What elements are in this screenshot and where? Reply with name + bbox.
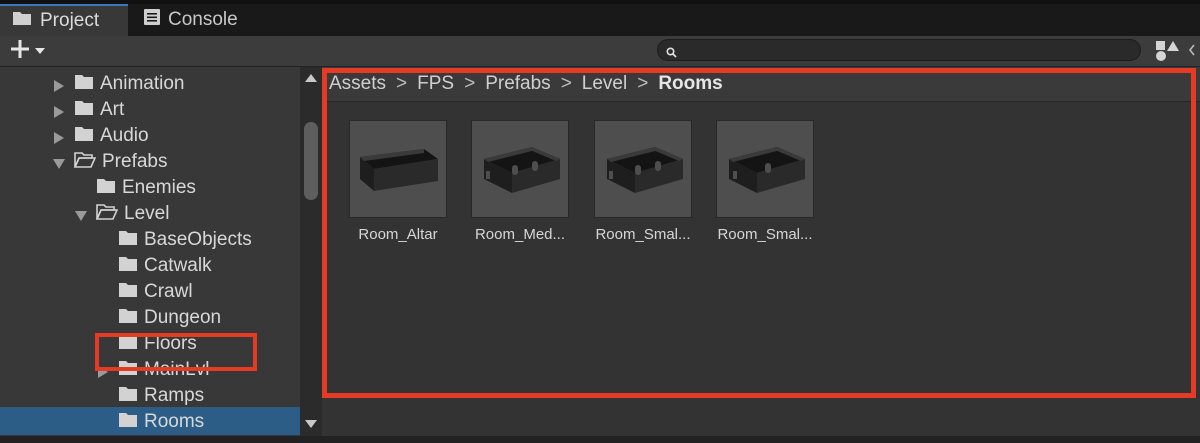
tree-item-art[interactable]: Art: [52, 97, 124, 123]
folder-tree: Animation Art Audio Prefabs Enemies Level Base…: [0, 67, 300, 443]
folder-open-icon: [95, 203, 119, 226]
arrow-spacer: [74, 181, 88, 195]
tab-project-label: Project: [40, 10, 100, 31]
folder-icon: [118, 307, 138, 330]
tree-item-dungeon[interactable]: Dungeon: [96, 305, 221, 331]
expand-arrow-right-icon[interactable]: [52, 103, 66, 118]
create-asset-button[interactable]: [10, 38, 46, 64]
tree-item-label: Ramps: [144, 385, 205, 406]
tree-item-label: Level: [124, 203, 170, 224]
tree-item-label: Audio: [100, 125, 149, 146]
tab-bar: Project Console: [0, 0, 1200, 36]
folder-icon: [118, 281, 138, 304]
folder-icon: [74, 99, 94, 122]
tree-item-label: Prefabs: [102, 151, 168, 172]
scroll-up-arrow[interactable]: [305, 74, 317, 82]
chevron-down-icon: [34, 42, 46, 60]
tab-console-label: Console: [168, 9, 238, 30]
panel-bottom-edge: [0, 436, 1200, 443]
expand-arrow-right-icon[interactable]: [52, 129, 66, 144]
arrow-spacer: [96, 259, 110, 273]
tree-item-label: Catwalk: [144, 255, 212, 276]
folder-icon: [118, 255, 138, 278]
project-toolbar: [0, 36, 1200, 67]
tree-item-catwalk[interactable]: Catwalk: [96, 253, 212, 279]
tree-item-label: BaseObjects: [144, 229, 252, 250]
shapes-icon: [1153, 41, 1179, 67]
tree-item-prefabs[interactable]: Prefabs: [52, 149, 167, 175]
tree-item-crawl[interactable]: Crawl: [96, 279, 193, 305]
arrow-spacer: [96, 415, 110, 429]
folder-icon: [74, 73, 94, 96]
search-icon: [666, 45, 677, 63]
search-field[interactable]: [657, 39, 1141, 61]
tree-item-label: Crawl: [144, 281, 193, 302]
tree-item-baseobjects[interactable]: BaseObjects: [96, 227, 252, 253]
expand-arrow-down-icon[interactable]: [52, 155, 66, 169]
tree-item-label: Enemies: [122, 177, 196, 198]
plus-icon: [10, 39, 30, 64]
scroll-thumb[interactable]: [304, 122, 318, 200]
folder-icon: [12, 10, 32, 32]
arrow-spacer: [96, 311, 110, 325]
more-options-button[interactable]: [1188, 43, 1200, 57]
tree-item-animation[interactable]: Animation: [52, 71, 185, 97]
tab-project[interactable]: Project: [0, 4, 128, 36]
tree-item-label: Animation: [100, 73, 185, 94]
folder-icon: [96, 177, 116, 200]
tab-console[interactable]: Console: [128, 4, 268, 36]
tree-scrollbar[interactable]: [300, 67, 322, 443]
tree-item-level[interactable]: Level: [74, 201, 169, 227]
tree-item-enemies[interactable]: Enemies: [74, 175, 196, 201]
chevron-left-icon: [1188, 43, 1196, 59]
console-icon: [144, 9, 160, 31]
annotation-box-rooms: [95, 333, 257, 371]
tree-item-label: Rooms: [144, 411, 205, 432]
arrow-spacer: [96, 389, 110, 403]
scroll-down-arrow[interactable]: [305, 420, 317, 428]
folder-icon: [118, 385, 138, 408]
tree-item-audio[interactable]: Audio: [52, 123, 149, 149]
expand-arrow-down-icon[interactable]: [74, 207, 88, 221]
tree-item-ramps[interactable]: Ramps: [96, 383, 204, 409]
folder-icon: [118, 229, 138, 252]
folder-icon: [74, 125, 94, 148]
tree-item-rooms[interactable]: Rooms: [96, 409, 204, 435]
expand-arrow-right-icon[interactable]: [52, 77, 66, 92]
tree-item-label: Dungeon: [144, 307, 222, 328]
arrow-spacer: [96, 233, 110, 247]
tree-item-label: Art: [100, 99, 125, 120]
filter-by-type-button[interactable]: [1153, 39, 1179, 63]
annotation-box-content: [322, 68, 1196, 398]
arrow-spacer: [96, 285, 110, 299]
search-input[interactable]: [684, 41, 1128, 61]
folder-icon: [118, 411, 138, 434]
folder-open-icon: [73, 151, 97, 174]
